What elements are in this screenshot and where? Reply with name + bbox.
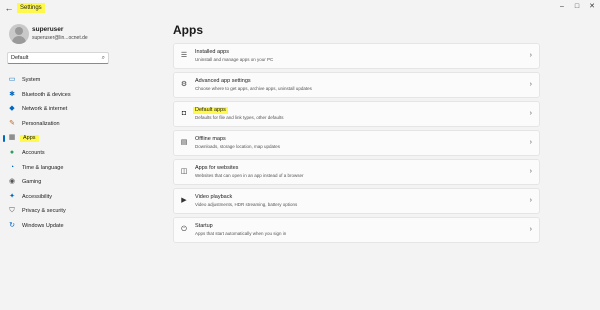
chevron-right-icon: › bbox=[529, 168, 532, 175]
row-title: Video playback bbox=[195, 194, 233, 200]
sidebar-item-label: Accessibility bbox=[22, 193, 52, 200]
settings-row-installed-apps[interactable]: ☰ Installed apps Uninstall and manage apps… bbox=[173, 43, 540, 69]
back-arrow-icon[interactable]: ← bbox=[4, 3, 14, 13]
sidebar-item-personalization[interactable]: ✎ Personalization bbox=[0, 117, 160, 132]
system-icon: ▭ bbox=[8, 76, 16, 83]
startup-icon: ⏻ bbox=[181, 226, 187, 233]
sidebar-item-privacy-security[interactable]: ⛉ Privacy & security bbox=[0, 204, 160, 219]
sidebar-item-label: Personalization bbox=[22, 120, 60, 127]
chevron-right-icon: › bbox=[529, 226, 532, 233]
minimize-icon[interactable]: – bbox=[556, 2, 568, 12]
close-icon[interactable]: ✕ bbox=[586, 2, 598, 12]
row-title: Installed apps bbox=[195, 49, 229, 55]
accessibility-icon: ✦ bbox=[9, 192, 15, 200]
sidebar-item-label: Privacy & security bbox=[22, 208, 66, 215]
sidebar-item-label: Time & language bbox=[22, 164, 64, 171]
row-title: Offline maps bbox=[195, 136, 226, 142]
sidebar-item-label: System bbox=[22, 77, 41, 83]
wifi-icon: ◆ bbox=[9, 105, 15, 113]
update-icon: ↻ bbox=[9, 221, 15, 229]
sidebar-item-network-internet[interactable]: ◆ Network & internet bbox=[0, 102, 160, 117]
search-icon[interactable]: ⌕ bbox=[102, 54, 105, 62]
video-icon: ▶ bbox=[181, 197, 187, 204]
settings-list: ☰ Installed apps Uninstall and manage apps… bbox=[173, 43, 540, 246]
search-input[interactable]: Default ⌕ bbox=[7, 52, 109, 64]
row-title: Default apps bbox=[193, 107, 228, 114]
row-subtitle: Choose where to get apps, archive apps, … bbox=[195, 86, 312, 91]
default-apps-icon: ◘ bbox=[181, 110, 187, 117]
sidebar-item-system[interactable]: ▭ System bbox=[0, 73, 160, 88]
sidebar-item-label: Windows Update bbox=[22, 222, 64, 229]
sidebar-item-gaming[interactable]: ◉ Gaming bbox=[0, 175, 160, 190]
sidebar-item-accounts[interactable]: ● Accounts bbox=[0, 146, 160, 161]
settings-row-video-playback[interactable]: ▶ Video playback Video adjustments, HDR st… bbox=[173, 188, 540, 214]
settings-row-startup[interactable]: ⏻ Startup Apps that start automatically wh… bbox=[173, 217, 540, 243]
row-subtitle: Defaults for file and link types, other … bbox=[195, 115, 284, 120]
sidebar-nav: ▭ System ✱ Bluetooth & devices ◆ Network & in… bbox=[0, 73, 160, 234]
sidebar-item-label: Accounts bbox=[22, 149, 45, 156]
sidebar-item-windows-update[interactable]: ↻ Windows Update bbox=[0, 219, 160, 234]
sidebar-item-label: Gaming bbox=[22, 179, 42, 186]
avatar bbox=[9, 24, 29, 44]
chevron-right-icon: › bbox=[529, 110, 532, 117]
chevron-right-icon: › bbox=[529, 197, 532, 204]
sidebar-item-label: Bluetooth & devices bbox=[22, 91, 71, 98]
maximize-icon[interactable]: □ bbox=[571, 2, 583, 12]
settings-row-offline-maps[interactable]: ▤ Offline maps Downloads, storage location… bbox=[173, 130, 540, 156]
settings-row-default-apps[interactable]: ◘ Default apps Defaults for file and link … bbox=[173, 101, 540, 127]
row-subtitle: Video adjustments, HDR streaming, batter… bbox=[195, 202, 298, 207]
shield-icon: ⛉ bbox=[9, 207, 15, 215]
chevron-right-icon: › bbox=[529, 139, 532, 146]
row-subtitle: Websites that can open in an app instead… bbox=[195, 173, 304, 178]
sidebar-item-apps[interactable]: ▦ Apps bbox=[0, 131, 160, 146]
globe-icon: ◔ bbox=[9, 163, 15, 171]
row-subtitle: Uninstall and manage apps on your PC bbox=[195, 57, 274, 62]
gamepad-icon: ◉ bbox=[8, 178, 16, 186]
sidebar-item-label: Apps bbox=[20, 135, 39, 143]
chevron-right-icon: › bbox=[529, 52, 532, 59]
search-input-value: Default bbox=[11, 55, 29, 61]
page-title: Apps bbox=[173, 23, 203, 37]
active-indicator bbox=[3, 135, 5, 143]
chevron-right-icon: › bbox=[529, 81, 532, 88]
apps-icon: ▦ bbox=[8, 134, 16, 142]
sidebar-item-bluetooth-devices[interactable]: ✱ Bluetooth & devices bbox=[0, 88, 160, 103]
apps-websites-icon: ◫ bbox=[180, 168, 188, 175]
installed-apps-icon: ☰ bbox=[180, 52, 188, 59]
row-title: Apps for websites bbox=[195, 165, 239, 171]
advanced-settings-icon: ⚙ bbox=[180, 81, 188, 88]
sidebar-item-label: Network & internet bbox=[22, 106, 68, 113]
sidebar-item-time-language[interactable]: ◔ Time & language bbox=[0, 161, 160, 176]
title-bar: ← Settings – □ ✕ bbox=[0, 0, 600, 16]
user-email: superuser@lin...ocnet.de bbox=[32, 35, 88, 41]
brush-icon: ✎ bbox=[9, 119, 15, 127]
sidebar-item-accessibility[interactable]: ✦ Accessibility bbox=[0, 190, 160, 205]
bluetooth-icon: ✱ bbox=[9, 90, 15, 98]
window-title: Settings bbox=[17, 3, 45, 13]
row-title: Advanced app settings bbox=[195, 78, 251, 84]
map-icon: ▤ bbox=[180, 139, 188, 146]
user-name: superuser bbox=[32, 26, 64, 33]
settings-row-apps-for-websites[interactable]: ◫ Apps for websites Websites that can open… bbox=[173, 159, 540, 185]
person-icon: ● bbox=[9, 148, 15, 156]
settings-row-advanced-app-settings[interactable]: ⚙ Advanced app settings Choose where to ge… bbox=[173, 72, 540, 98]
row-title: Startup bbox=[195, 223, 213, 229]
row-subtitle: Downloads, storage location, map updates bbox=[195, 144, 281, 149]
row-subtitle: Apps that start automatically when you s… bbox=[195, 231, 287, 236]
